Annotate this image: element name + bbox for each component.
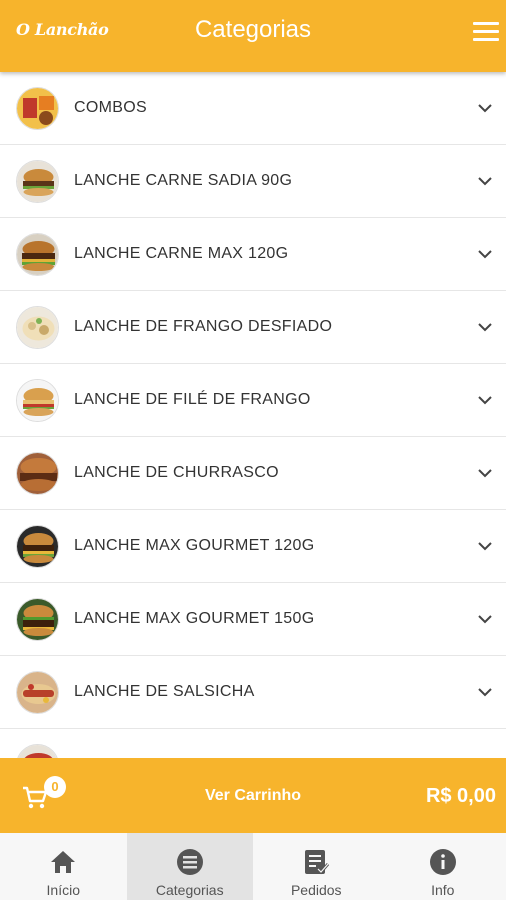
category-row-max-gourmet-120[interactable]: LANCHE MAX GOURMET 120G bbox=[0, 510, 506, 583]
churrasco-thumb bbox=[16, 451, 59, 495]
cart-count-badge: 0 bbox=[44, 776, 66, 798]
home-icon bbox=[51, 851, 76, 873]
chevron-down-icon[interactable] bbox=[478, 468, 492, 478]
nav-inicio[interactable]: Início bbox=[0, 833, 127, 900]
chevron-down-icon[interactable] bbox=[478, 614, 492, 624]
chevron-down-icon[interactable] bbox=[478, 322, 492, 332]
nav-pedidos[interactable]: Pedidos bbox=[253, 833, 380, 900]
burger-thumb bbox=[16, 524, 59, 568]
chicken-thumb bbox=[16, 305, 59, 349]
chevron-down-icon[interactable] bbox=[478, 395, 492, 405]
combos-thumb bbox=[16, 86, 59, 130]
list-icon bbox=[176, 849, 203, 875]
burger-thumb bbox=[16, 159, 59, 203]
category-label: LANCHE DE SALSICHA bbox=[74, 683, 255, 700]
cart-total: R$ 0,00 bbox=[425, 785, 496, 807]
nav-categorias[interactable]: Categorias bbox=[126, 833, 253, 900]
category-row-carne-max[interactable]: LANCHE CARNE MAX 120G bbox=[0, 218, 506, 291]
page-title: Categorias bbox=[194, 16, 312, 43]
category-row-partial[interactable] bbox=[0, 729, 506, 758]
burger-thumb bbox=[16, 378, 59, 422]
chevron-down-icon[interactable] bbox=[478, 541, 492, 551]
category-row-file-frango[interactable]: LANCHE DE FILÉ DE FRANGO bbox=[0, 364, 506, 437]
orders-icon bbox=[305, 850, 330, 875]
nav-info[interactable]: Info bbox=[380, 833, 506, 900]
category-label: LANCHE CARNE MAX 120G bbox=[74, 245, 289, 262]
chevron-down-icon[interactable] bbox=[478, 249, 492, 259]
category-row-frango-desfiado[interactable]: LANCHE DE FRANGO DESFIADO bbox=[0, 291, 506, 364]
chevron-down-icon[interactable] bbox=[478, 103, 492, 113]
nav-label: Início bbox=[46, 882, 80, 898]
burger-thumb bbox=[16, 743, 59, 758]
category-row-carne-sadia[interactable]: LANCHE CARNE SADIA 90G bbox=[0, 145, 506, 218]
burger-thumb bbox=[16, 232, 59, 276]
info-icon bbox=[429, 849, 456, 875]
category-row-churrasco[interactable]: LANCHE DE CHURRASCO bbox=[0, 437, 506, 510]
category-row-combos[interactable]: COMBOS bbox=[0, 72, 506, 145]
category-row-max-gourmet-150[interactable]: LANCHE MAX GOURMET 150G bbox=[0, 583, 506, 656]
bottom-nav: Início Categorias Pedidos Info bbox=[0, 833, 506, 900]
chevron-down-icon[interactable] bbox=[478, 176, 492, 186]
app-header: O Lanchão Categorias bbox=[0, 0, 506, 72]
menu-icon[interactable] bbox=[473, 22, 499, 42]
cart-bar[interactable]: Ver Carrinho R$ 0,00 bbox=[0, 758, 506, 833]
category-label: LANCHE CARNE SADIA 90G bbox=[74, 172, 293, 189]
category-row-salsicha[interactable]: LANCHE DE SALSICHA bbox=[0, 656, 506, 729]
burger-thumb bbox=[16, 597, 59, 641]
category-label: LANCHE DE FILÉ DE FRANGO bbox=[74, 391, 311, 408]
category-label: LANCHE MAX GOURMET 150G bbox=[74, 610, 315, 627]
nav-label: Pedidos bbox=[290, 882, 342, 898]
category-list: COMBOS LANCHE CARNE SADIA 90G LANCHE CAR… bbox=[0, 72, 506, 758]
category-label: LANCHE MAX GOURMET 120G bbox=[74, 537, 315, 554]
category-label: LANCHE DE FRANGO DESFIADO bbox=[74, 318, 333, 335]
nav-label: Categorias bbox=[155, 882, 224, 898]
hotdog-thumb bbox=[16, 670, 59, 714]
category-label: COMBOS bbox=[74, 99, 147, 116]
chevron-down-icon[interactable] bbox=[478, 687, 492, 697]
category-label: LANCHE DE CHURRASCO bbox=[74, 464, 279, 481]
nav-label: Info bbox=[431, 882, 455, 898]
